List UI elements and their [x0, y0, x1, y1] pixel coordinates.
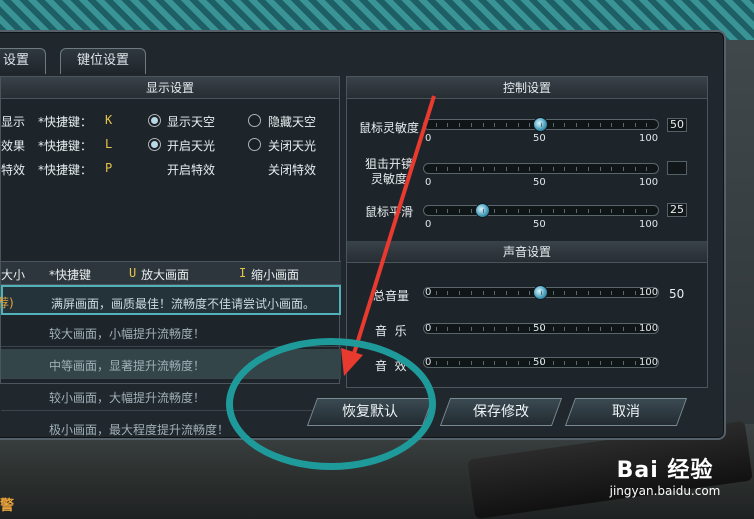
- annotation-circle: [226, 338, 436, 470]
- watermark-brand: Bai 经验: [616, 458, 714, 483]
- baidu-watermark: Bai 经验 jingyan.baidu.com: [580, 452, 750, 512]
- watermark-url: jingyan.baidu.com: [609, 484, 721, 498]
- annotation-arrow-line: [350, 95, 436, 361]
